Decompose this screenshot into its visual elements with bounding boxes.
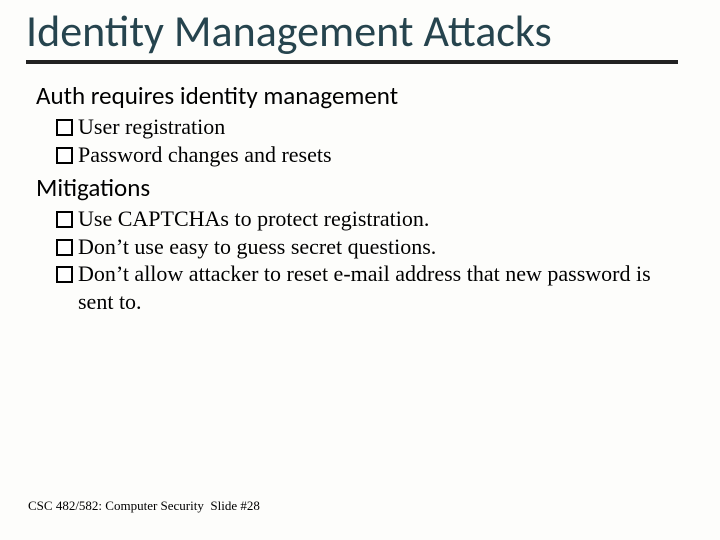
list-item: Don’t allow attacker to reset e-mail add… xyxy=(56,260,690,315)
title-rule xyxy=(26,60,678,64)
slide-footer: CSC 482/582: Computer Security Slide #28 xyxy=(28,498,260,514)
mitigation-items: Use CAPTCHAs to protect registration. Do… xyxy=(36,205,690,315)
slide-title: Identity Management Attacks xyxy=(24,8,696,54)
list-item: Password changes and resets xyxy=(56,141,690,169)
slide-content: Auth requires identity management User r… xyxy=(24,74,696,315)
list-item: User registration xyxy=(56,113,690,141)
footer-course: CSC 482/582: Computer Security xyxy=(28,498,204,513)
list-item: Use CAPTCHAs to protect registration. xyxy=(56,205,690,233)
section-heading-mitigations: Mitigations xyxy=(36,172,690,203)
footer-slide-number: Slide #28 xyxy=(210,498,259,513)
list-item: Don’t use easy to guess secret questions… xyxy=(56,233,690,261)
auth-items: User registration Password changes and r… xyxy=(36,113,690,168)
section-heading-auth: Auth requires identity management xyxy=(36,80,690,111)
slide: Identity Management Attacks Auth require… xyxy=(0,0,720,540)
